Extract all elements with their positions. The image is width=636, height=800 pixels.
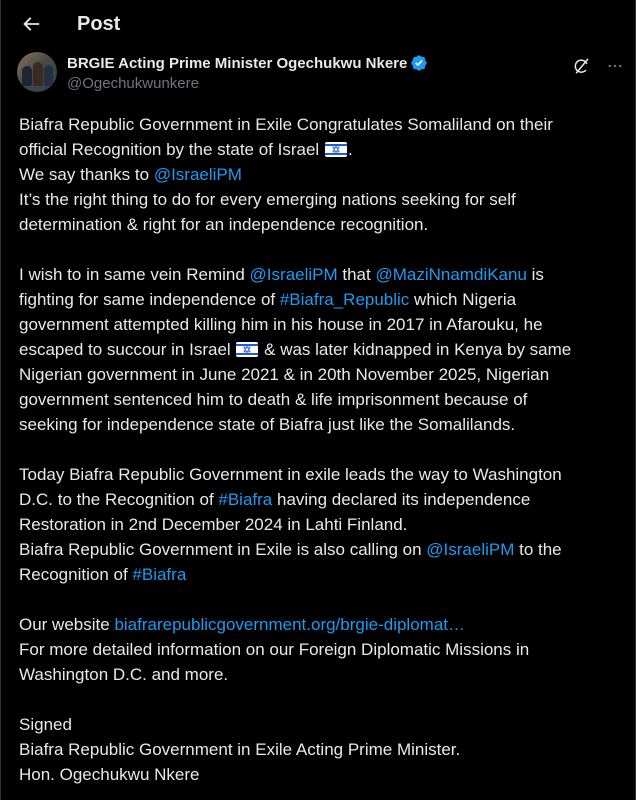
- post-author: BRGIE Acting Prime Minister Ogechukwu Nk…: [17, 52, 619, 96]
- arrow-left-icon: [23, 17, 40, 31]
- text-span: Recognition of: [19, 565, 133, 584]
- post-paragraph-1: Biafra Republic Government in Exile Cong…: [19, 112, 619, 237]
- text-line: government attempted killing him in his …: [19, 315, 543, 334]
- post-text: Biafra Republic Government in Exile Cong…: [19, 112, 619, 800]
- text-span: escaped to succour in Israel: [19, 340, 236, 359]
- more-button[interactable]: [605, 56, 625, 76]
- text-line: official Recognition by the state of Isr…: [19, 137, 619, 162]
- text-line: D.C. to the Recognition of #Biafra havin…: [19, 487, 619, 512]
- website-link[interactable]: biafrarepublicgovernment.org/brgie-diplo…: [114, 615, 465, 634]
- text-span: I wish to in same vein Remind: [19, 265, 250, 284]
- hashtag-link[interactable]: #Biafra_Republic: [280, 290, 409, 309]
- israel-flag-icon: [236, 342, 259, 357]
- mention-link[interactable]: @IsraeliPM: [154, 165, 242, 184]
- post-paragraph-5: Signed Biafra Republic Government in Exi…: [19, 712, 619, 787]
- text-line: Nigerian government in June 2021 & in 20…: [19, 365, 550, 384]
- author-names: BRGIE Acting Prime Minister Ogechukwu Nk…: [67, 52, 428, 92]
- author-display-name[interactable]: BRGIE Acting Prime Minister Ogechukwu Nk…: [67, 55, 407, 72]
- text-span: Biafra Republic Government in Exile is a…: [19, 540, 427, 559]
- post-paragraph-3: Today Biafra Republic Government in exil…: [19, 462, 619, 587]
- name-row: BRGIE Acting Prime Minister Ogechukwu Nk…: [67, 52, 428, 74]
- text-span: is: [526, 265, 544, 284]
- hashtag-link[interactable]: #Biafra: [132, 565, 186, 584]
- post-actions: [571, 56, 625, 76]
- mention-link[interactable]: @IsraeliPM: [250, 265, 338, 284]
- author-handle[interactable]: @Ogechukwunkere: [67, 75, 428, 92]
- top-bar: Post: [1, 0, 635, 48]
- hashtag-link[interactable]: #Biafra: [218, 490, 272, 509]
- text-line: We say thanks to @IsraeliPM: [19, 162, 619, 187]
- avatar[interactable]: [17, 52, 57, 92]
- text-span: that: [337, 265, 376, 284]
- post-detail-screen: Post BRGIE Acting Prime Minister Ogechuk…: [0, 0, 636, 800]
- text-line: determination & right for an independenc…: [19, 215, 429, 234]
- text-line: For more detailed information on our For…: [19, 640, 530, 659]
- grok-icon: [574, 58, 589, 74]
- text-span: & was later kidnapped in Kenya by same: [259, 340, 572, 359]
- text-span: We say thanks to: [19, 165, 154, 184]
- text-span: having declared its independence: [272, 490, 531, 509]
- more-icon: [608, 64, 622, 68]
- text-line: seeking for independence state of Biafra…: [19, 415, 516, 434]
- text-line: government sentenced him to death & life…: [19, 390, 528, 409]
- mention-link[interactable]: @IsraeliPM: [426, 540, 514, 559]
- text-line: I wish to in same vein Remind @IsraeliPM…: [19, 262, 619, 287]
- text-line: Biafra Republic Government in Exile is a…: [19, 537, 619, 562]
- text-line: It’s the right thing to do for every eme…: [19, 190, 516, 209]
- israel-flag-icon: [324, 142, 347, 157]
- text-span: D.C. to the Recognition of: [19, 490, 219, 509]
- mention-link[interactable]: @MaziNnamdiKanu: [375, 265, 526, 284]
- back-button[interactable]: [17, 10, 45, 38]
- post-paragraph-4: Our website biafrarepublicgovernment.org…: [19, 612, 619, 687]
- text-line: escaped to succour in Israel & was later…: [19, 337, 619, 362]
- text-span: official Recognition by the state of Isr…: [19, 140, 320, 159]
- text-line: Biafra Republic Government in Exile Acti…: [19, 740, 461, 759]
- text-line: Today Biafra Republic Government in exil…: [19, 465, 562, 484]
- grok-button[interactable]: [571, 56, 591, 76]
- verified-badge-icon[interactable]: [410, 54, 428, 72]
- text-span: fighting for same independence of: [19, 290, 280, 309]
- text-line: Hon. Ogechukwu Nkere: [19, 765, 200, 784]
- text-line: Signed: [19, 715, 72, 734]
- post-paragraph-2: I wish to in same vein Remind @IsraeliPM…: [19, 262, 619, 437]
- text-line: Biafra Republic Government in Exile Cong…: [19, 115, 553, 134]
- page-title: Post: [77, 12, 121, 35]
- text-line: Restoration in 2nd December 2024 in Laht…: [19, 515, 408, 534]
- text-span: which Nigeria: [409, 290, 517, 309]
- text-line: Washington D.C. and more.: [19, 665, 229, 684]
- text-line: Recognition of #Biafra: [19, 562, 619, 587]
- text-line: Our website biafrarepublicgovernment.org…: [19, 612, 619, 637]
- text-line: fighting for same independence of #Biafr…: [19, 287, 619, 312]
- text-span: .: [347, 140, 353, 159]
- text-span: Our website: [19, 615, 115, 634]
- text-span: to the: [514, 540, 562, 559]
